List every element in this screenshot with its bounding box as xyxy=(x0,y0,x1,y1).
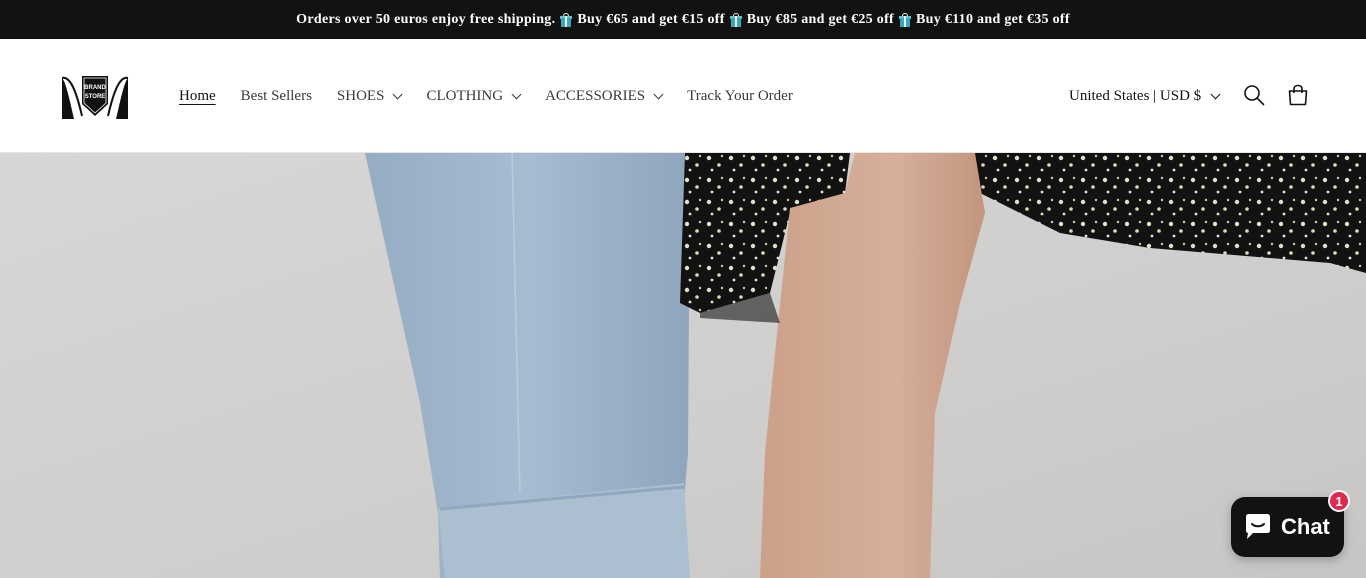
site-header: BRAND STORE Home Best Sellers SHOES CLOT… xyxy=(0,39,1366,153)
nav-best-sellers-label: Best Sellers xyxy=(240,87,312,104)
announcement-text-4: Buy €110 and get €35 off xyxy=(916,11,1070,27)
main-nav: Home Best Sellers SHOES CLOTHING ACCESSO… xyxy=(179,39,818,153)
nav-accessories[interactable]: ACCESSORIES xyxy=(545,87,664,105)
nav-best-sellers[interactable]: Best Sellers xyxy=(241,88,312,105)
cart-icon[interactable] xyxy=(1286,83,1310,107)
nav-track-order-label: Track Your Order xyxy=(687,87,793,104)
chevron-down-icon xyxy=(511,89,522,100)
chat-button[interactable]: Chat xyxy=(1231,497,1344,557)
hero-banner-image[interactable] xyxy=(0,153,1366,578)
chat-label: Chat xyxy=(1281,514,1330,539)
country-currency-selector[interactable]: United States | USD $ xyxy=(1069,39,1221,153)
chevron-down-icon xyxy=(1210,89,1221,100)
nav-shoes-label: SHOES xyxy=(336,87,385,104)
nav-shoes[interactable]: SHOES xyxy=(336,87,403,105)
gift-icon xyxy=(729,12,742,27)
chat-notification-badge: 1 xyxy=(1328,490,1350,512)
announcement-text-3: Buy €85 and get €25 off xyxy=(746,11,894,27)
logo-text-brand: BRAND xyxy=(84,85,106,91)
gift-icon xyxy=(899,12,911,27)
announcement-bar: Orders over 50 euros enjoy free shipping… xyxy=(0,0,1366,39)
announcement-text-2: Buy €65 and get €15 off xyxy=(577,11,725,27)
search-icon[interactable] xyxy=(1242,83,1266,107)
nav-track-order[interactable]: Track Your Order xyxy=(687,88,793,105)
chat-bubble-icon xyxy=(1246,514,1270,539)
nav-accessories-label: ACCESSORIES xyxy=(545,87,646,104)
nav-clothing-label: CLOTHING xyxy=(426,87,504,104)
brand-logo[interactable]: BRAND STORE xyxy=(60,72,130,120)
gift-icon xyxy=(560,12,573,27)
country-currency-label: United States | USD $ xyxy=(1069,87,1202,104)
nav-home-label: Home xyxy=(179,87,216,104)
chevron-down-icon xyxy=(653,89,664,100)
announcement-text-1: Orders over 50 euros enjoy free shipping… xyxy=(296,11,556,27)
chevron-down-icon xyxy=(392,89,403,100)
hero-photo xyxy=(0,153,1366,578)
nav-home[interactable]: Home xyxy=(179,88,216,105)
nav-clothing[interactable]: CLOTHING xyxy=(426,87,522,105)
logo-text-store: STORE xyxy=(85,94,106,100)
